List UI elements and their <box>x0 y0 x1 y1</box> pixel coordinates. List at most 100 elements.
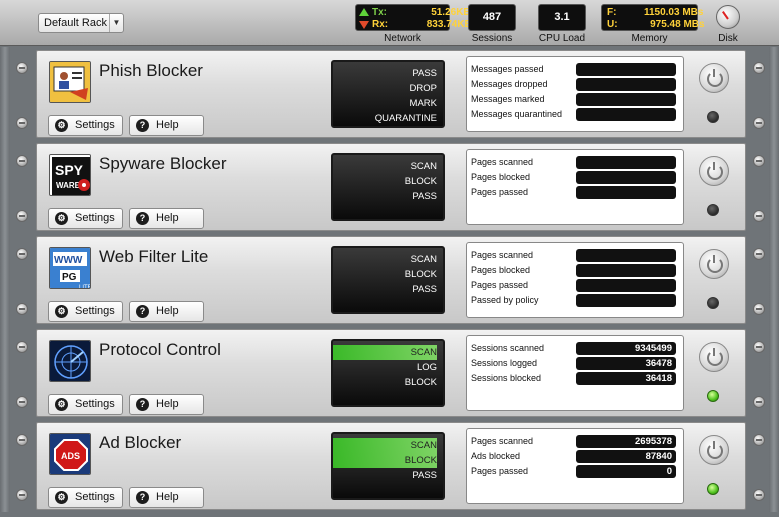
stat-label: Ads blocked <box>471 451 521 461</box>
settings-button-label: Settings <box>75 119 115 131</box>
rack-slot: WWW PG LITE Web Filter Lite ⚙ Settings ? H… <box>0 233 779 326</box>
rack-selector-value: Default Rack <box>44 17 107 29</box>
status-led <box>707 483 719 495</box>
stat-value <box>576 279 676 292</box>
power-button[interactable] <box>699 156 729 186</box>
chevron-down-icon[interactable]: ▼ <box>109 14 123 32</box>
power-button[interactable] <box>699 435 729 465</box>
sessions-label: Sessions <box>471 33 513 44</box>
settings-button[interactable]: ⚙ Settings <box>48 394 123 415</box>
stat-value: 0 <box>576 465 676 478</box>
cpu-label: CPU Load <box>538 33 586 44</box>
rack-rail-right <box>769 140 779 233</box>
stat-label: Messages passed <box>471 64 544 74</box>
stat-label: Pages scanned <box>471 157 534 167</box>
network-rx-label: Rx: <box>372 19 389 30</box>
stat-label: Messages marked <box>471 94 545 104</box>
app-name: Ad Blocker <box>99 433 182 452</box>
wrench-icon: ⚙ <box>55 398 68 411</box>
app-panel: WWW PG LITE Web Filter Lite ⚙ Settings ? H… <box>36 236 746 324</box>
memory-label: Memory <box>631 33 668 44</box>
screw-icon <box>753 303 765 315</box>
power-button[interactable] <box>699 249 729 279</box>
memory-used-value: 975.48 MBs <box>650 19 705 30</box>
rack-rail-right <box>769 233 779 326</box>
stats-panel: Pages scanned Pages blocked Pages passed <box>466 149 684 225</box>
rack-rail-right <box>769 326 779 419</box>
settings-button-label: Settings <box>75 491 115 503</box>
rack-slot: ADS Ad Blocker ⚙ Settings ? Help SCAN BLO… <box>0 419 779 512</box>
stat-value <box>576 108 676 121</box>
power-button[interactable] <box>699 63 729 93</box>
stat-label: Sessions scanned <box>471 343 545 353</box>
rack-selector[interactable]: Default Rack ▼ <box>38 13 124 33</box>
mode-pass: PASS <box>412 470 437 481</box>
stat-row: Sessions scanned 9345499 <box>471 341 679 356</box>
settings-button[interactable]: ⚙ Settings <box>48 208 123 229</box>
help-button[interactable]: ? Help <box>129 487 204 508</box>
screw-icon <box>753 341 765 353</box>
screw-icon <box>753 489 765 501</box>
rack-rail-left <box>0 140 10 233</box>
stat-row: Pages passed <box>471 278 679 293</box>
phish-blocker-icon <box>49 61 91 103</box>
stat-value <box>576 171 676 184</box>
screw-icon <box>16 489 28 501</box>
screw-icon <box>753 434 765 446</box>
help-icon: ? <box>136 491 149 504</box>
network-meter: Tx: 51.26KB/s Rx: 833.74KB/s <box>355 4 480 31</box>
help-button-label: Help <box>156 305 179 317</box>
stats-panel: Sessions scanned 9345499 Sessions logged 36… <box>466 335 684 411</box>
power-button[interactable] <box>699 342 729 372</box>
network-tx-row: Tx: 51.26KB/s <box>359 7 479 18</box>
screw-icon <box>16 434 28 446</box>
mode-scan: SCAN <box>410 161 437 172</box>
screw-icon <box>753 155 765 167</box>
app-name: Protocol Control <box>99 340 221 359</box>
screw-icon <box>16 210 28 222</box>
screw-icon <box>16 341 28 353</box>
stat-row: Messages quarantined <box>471 107 679 122</box>
rack-rail-right <box>769 419 779 512</box>
help-button[interactable]: ? Help <box>129 301 204 322</box>
screw-icon <box>753 396 765 408</box>
ad-blocker-icon: ADS <box>49 433 91 475</box>
svg-text:LITE: LITE <box>79 285 91 289</box>
stat-row: Messages marked <box>471 92 679 107</box>
stat-label: Passed by policy <box>471 295 539 305</box>
network-label: Network <box>384 33 421 44</box>
settings-button[interactable]: ⚙ Settings <box>48 115 123 136</box>
stat-label: Pages passed <box>471 280 529 290</box>
help-icon: ? <box>136 305 149 318</box>
rack-slot: Protocol Control ⚙ Settings ? Help SCAN L… <box>0 326 779 419</box>
stat-value: 2695378 <box>576 435 676 448</box>
network-tx-label: Tx: <box>372 7 387 18</box>
rack-slot: Phish Blocker ⚙ Settings ? Help PASS DROP… <box>0 47 779 140</box>
screw-icon <box>16 117 28 129</box>
mode-display: SCAN BLOCK PASS <box>331 153 445 221</box>
app-panel: ADS Ad Blocker ⚙ Settings ? Help SCAN BLO… <box>36 422 746 510</box>
stat-row: Messages passed <box>471 62 679 77</box>
memory-used-row: U: 975.48 MBs <box>605 19 705 30</box>
wrench-icon: ⚙ <box>55 212 68 225</box>
stats-panel: Messages passed Messages dropped Messages … <box>466 56 684 132</box>
settings-button[interactable]: ⚙ Settings <box>48 487 123 508</box>
mode-block: BLOCK <box>404 377 437 388</box>
svg-text:ADS: ADS <box>61 451 80 461</box>
stat-label: Pages scanned <box>471 250 534 260</box>
mode-block: BLOCK <box>404 176 437 187</box>
stat-row: Pages scanned 2695378 <box>471 434 679 449</box>
settings-button-label: Settings <box>75 398 115 410</box>
help-button[interactable]: ? Help <box>129 208 204 229</box>
settings-button[interactable]: ⚙ Settings <box>48 301 123 322</box>
cpu-value: 3.1 <box>554 11 570 23</box>
sessions-value: 487 <box>482 11 502 23</box>
screw-icon <box>753 117 765 129</box>
help-button[interactable]: ? Help <box>129 394 204 415</box>
help-button[interactable]: ? Help <box>129 115 204 136</box>
status-led <box>707 111 719 123</box>
settings-button-label: Settings <box>75 305 115 317</box>
wrench-icon: ⚙ <box>55 491 68 504</box>
web-filter-lite-icon: WWW PG LITE <box>49 247 91 289</box>
help-button-label: Help <box>156 491 179 503</box>
